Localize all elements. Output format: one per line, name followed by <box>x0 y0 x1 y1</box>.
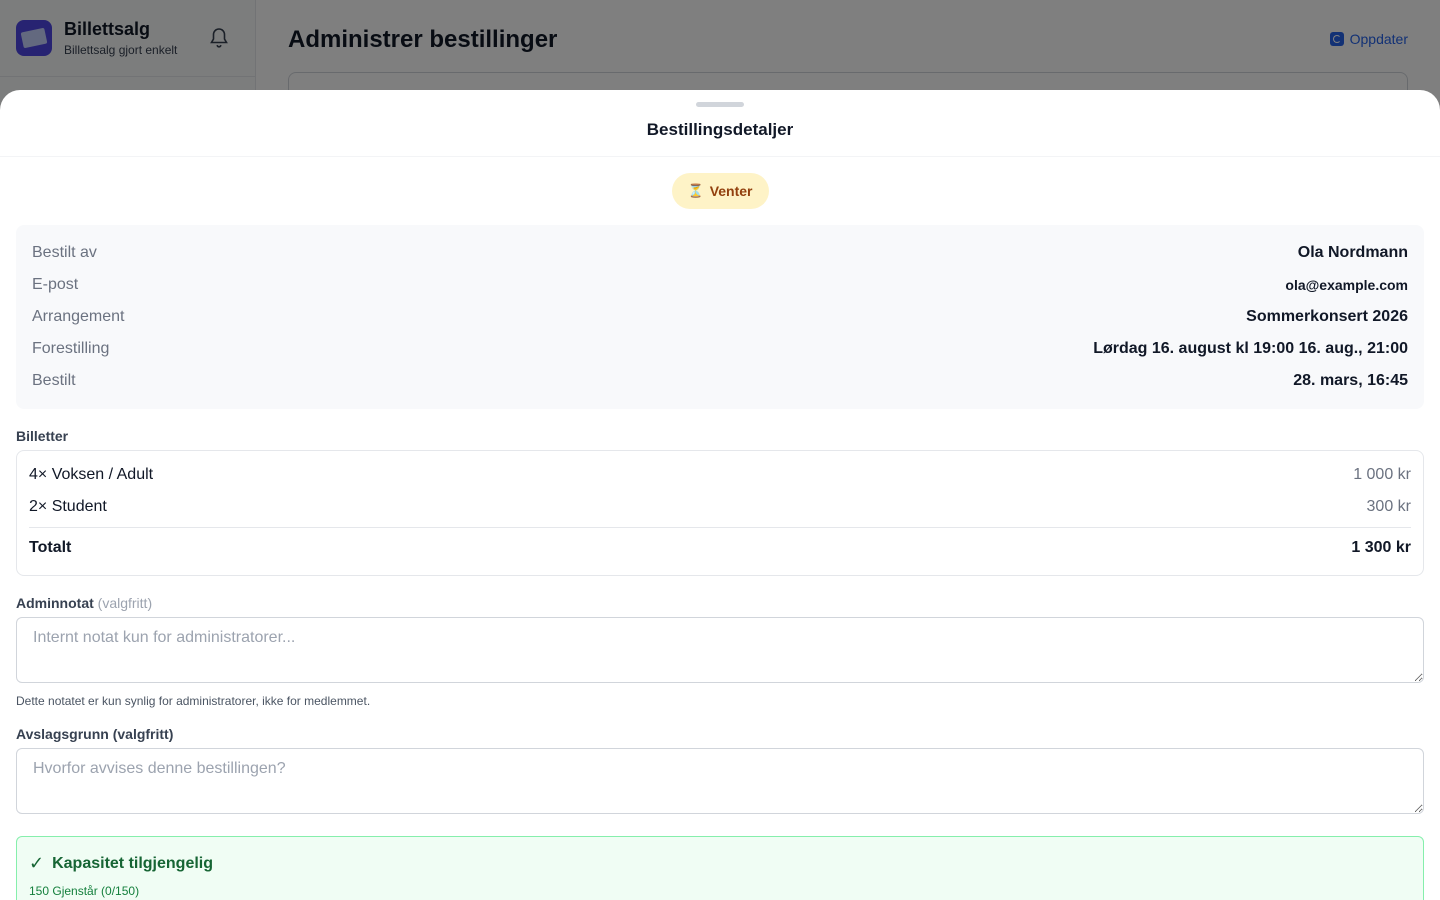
hourglass-icon: ⏳ <box>687 183 704 198</box>
check-icon: ✓ <box>29 853 45 873</box>
info-row-performance: Forestilling Lørdag 16. august kl 19:00 … <box>32 333 1408 365</box>
info-row-ordered-by: Bestilt av Ola Nordmann <box>32 237 1408 269</box>
ticket-total-row: Totalt 1 300 kr <box>29 527 1411 567</box>
ticket-label: 4× Voksen / Adult <box>29 466 154 483</box>
info-value: Ola Nordmann <box>1297 244 1408 261</box>
ticket-amount: 300 kr <box>1366 498 1411 515</box>
info-value: ola@example.com <box>1285 277 1408 293</box>
info-value: Sommerkonsert 2026 <box>1246 308 1408 325</box>
rejection-reason-input[interactable] <box>16 748 1424 814</box>
capacity-subtitle: 150 Gjenstår (0/150) <box>29 884 140 898</box>
sheet-header: Bestillingsdetaljer <box>0 90 1440 157</box>
order-details-sheet: Bestillingsdetaljer ⏳ Venter Bestilt av … <box>0 90 1440 900</box>
status-label: Venter <box>709 183 753 199</box>
ticket-row: 4× Voksen / Adult 1 000 kr <box>29 459 1411 491</box>
capacity-panel: ✓ Kapasitet tilgjengelig 150 Gjenstår (0… <box>16 836 1424 900</box>
total-amount: 1 300 kr <box>1351 538 1411 556</box>
info-label: Bestilt av <box>32 244 97 261</box>
info-label: Bestilt <box>32 372 76 389</box>
info-value: 28. mars, 16:45 <box>1293 372 1408 389</box>
admin-note-title: Adminnotat <box>16 595 94 611</box>
info-label: Arrangement <box>32 308 125 325</box>
sheet-title: Bestillingsdetaljer <box>646 120 794 139</box>
rejection-label: Avslagsgrunn (valgfritt) <box>16 726 174 742</box>
admin-note-label: Adminnotat (valgfritt) <box>16 595 1424 611</box>
tickets-heading: Billetter <box>16 428 69 444</box>
drag-handle[interactable] <box>696 102 744 107</box>
total-label: Totalt <box>29 538 72 556</box>
admin-note-hint: Dette notatet er kun synlig for administ… <box>16 694 371 708</box>
order-info-panel: Bestilt av Ola Nordmann E-post ola@examp… <box>16 225 1424 409</box>
status-badge: ⏳ Venter <box>671 173 769 209</box>
capacity-title-row: ✓ Kapasitet tilgjengelig <box>29 853 1411 874</box>
admin-note-optional: (valgfritt) <box>97 595 153 611</box>
ticket-label: 2× Student <box>29 498 107 515</box>
ticket-amount: 1 000 kr <box>1353 466 1411 483</box>
tickets-panel: 4× Voksen / Adult 1 000 kr 2× Student 30… <box>16 450 1424 576</box>
capacity-title: Kapasitet tilgjengelig <box>52 854 214 872</box>
admin-note-input[interactable] <box>16 617 1424 683</box>
info-label: Forestilling <box>32 340 110 357</box>
info-label: E-post <box>32 276 79 293</box>
info-row-ordered-at: Bestilt 28. mars, 16:45 <box>32 365 1408 397</box>
info-row-event: Arrangement Sommerkonsert 2026 <box>32 301 1408 333</box>
info-value: Lørdag 16. august kl 19:00 16. aug., 21:… <box>1093 340 1408 357</box>
info-row-email: E-post ola@example.com <box>32 269 1408 301</box>
sheet-content: ⏳ Venter Bestilt av Ola Nordmann E-post … <box>0 157 1440 900</box>
ticket-row: 2× Student 300 kr <box>29 491 1411 523</box>
